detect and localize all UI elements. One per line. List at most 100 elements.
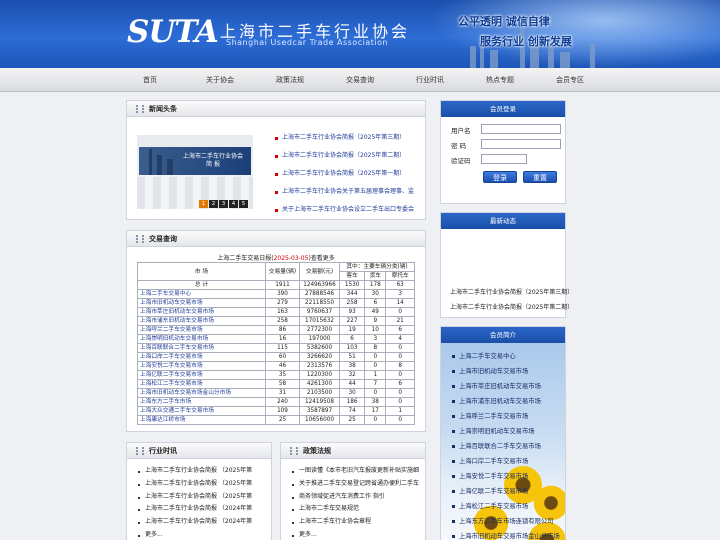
intro-item[interactable]: 上海市浦东旧机动车交易市场: [451, 394, 560, 409]
trade-caption[interactable]: 上海二手车交易日报(2025-03-05)查看更多: [127, 253, 425, 262]
industry-item[interactable]: 上海市二手车行业协会简报 （2025年第: [137, 491, 252, 504]
table-row[interactable]: 上海亿联二手车交易市场 35 1220300 32 1 0: [137, 370, 415, 380]
intro-item[interactable]: 上海市莘庄旧机动车交易市场: [451, 379, 560, 394]
news-item[interactable]: 上海市二手车行业协会简报（2025年第三期）: [273, 129, 415, 147]
pager-2[interactable]: 2: [209, 200, 218, 208]
cell-moto: 6: [385, 325, 415, 335]
table-row[interactable]: 上海口岸二手车交易市场 60 3266620 51 0 0: [137, 352, 415, 362]
nav-about[interactable]: 关于协会: [185, 75, 255, 85]
market-name[interactable]: 上海安悦二手车交易市场: [137, 361, 266, 371]
table-row[interactable]: 上海二手车交易中心 390 27888546 344 30 3: [137, 289, 415, 299]
policy-item[interactable]: 上海市二手车交易规范: [291, 503, 421, 516]
intro-item[interactable]: 上海市旧机动车交易市场: [451, 364, 560, 379]
table-row[interactable]: 上海呼兰二手车交易市场 86 2772300 19 10 6: [137, 325, 415, 335]
table-row[interactable]: 上海东方二手车市场 240 12419508 186 38 0: [137, 397, 415, 407]
table-row[interactable]: 上海市旧机动车交易市场 279 22118550 258 6 14: [137, 298, 415, 308]
cell-amount: 3587897: [299, 406, 340, 416]
dynamic-item[interactable]: 上海市二手车行业协会简报（2025年第二期）: [450, 302, 573, 311]
cell-amount: 10656000: [299, 415, 340, 425]
intro-item[interactable]: 上海二手车交易中心: [451, 349, 560, 364]
table-row[interactable]: 上海崇明旧机动车交易市场 16 197000 6 3 4: [137, 334, 415, 344]
table-row[interactable]: 上海安悦二手车交易市场 46 2313576 38 0 8: [137, 361, 415, 371]
dynamic-title: 最新动态: [441, 213, 565, 229]
intro-item[interactable]: 上海呼兰二手车交易市场: [451, 409, 560, 424]
dynamic-panel: 最新动态 上海市二手车行业协会简报（2025年第三期） 上海市二手车行业协会简报…: [440, 212, 573, 318]
intro-item[interactable]: 上海安悦二手车交易市场: [451, 469, 560, 484]
intro-item[interactable]: 上海市旧机动车交易市场金山分市场: [451, 529, 560, 540]
reset-button[interactable]: 重置: [523, 171, 557, 183]
login-button[interactable]: 登录: [483, 171, 517, 183]
cell-moto: 8: [385, 361, 415, 371]
policy-more-link[interactable]: 更多...: [291, 529, 421, 540]
market-name[interactable]: 上海二手车交易中心: [137, 289, 266, 299]
market-name[interactable]: 上海松江二手车交易市场: [137, 379, 266, 389]
login-panel: 会员登录 用户名 密 码 验证码 登录 重置: [440, 100, 566, 204]
industry-item[interactable]: 上海市二手车行业协会简报 （2025年第: [137, 465, 252, 478]
nav-industry-news[interactable]: 行业时讯: [395, 75, 465, 85]
captcha-input[interactable]: [481, 154, 527, 164]
th-truck: 货车: [364, 271, 387, 281]
site-logo[interactable]: SUTA: [127, 14, 219, 50]
cell-car: 103: [338, 343, 366, 353]
nav-trade-query[interactable]: 交易查询: [325, 75, 395, 85]
cell-truck: 3: [364, 334, 387, 344]
trade-panel: 交易查询 上海二手车交易日报(2025-03-05)查看更多 市 场 交易量(辆…: [126, 230, 426, 432]
th-amount: 交易额(元): [299, 262, 340, 281]
cell-count: 60: [265, 352, 300, 362]
policy-item[interactable]: 一图读懂《本市老旧汽车报废更新补贴实施细: [291, 465, 421, 478]
industry-more-link[interactable]: 更多...: [137, 529, 252, 540]
industry-item[interactable]: 上海市二手车行业协会简报 （2024年第: [137, 503, 252, 516]
pager-4[interactable]: 4: [229, 200, 238, 208]
news-item[interactable]: 上海市二手车行业协会简报（2025年第二期）: [273, 147, 415, 165]
market-name[interactable]: 上海崇明旧机动车交易市场: [137, 334, 266, 344]
policy-item[interactable]: 商务领域促进汽车消费工作 指引: [291, 491, 421, 504]
news-slide-image[interactable]: 上海市二手车行业协会 简 报: [137, 135, 253, 209]
table-row[interactable]: 上海康达江桥市场 25 10656000 25 0 0: [137, 415, 415, 425]
market-name[interactable]: 上海市莘庄旧机动车交易市场: [137, 307, 266, 317]
nav-members[interactable]: 会员专区: [535, 75, 605, 85]
market-name[interactable]: 上海百联联合二手车交易市场: [137, 343, 266, 353]
table-row[interactable]: 上海松江二手车交易市场 58 4261300 44 7 6: [137, 379, 415, 389]
intro-item[interactable]: 上海百联联合二手车交易市场: [451, 439, 560, 454]
cell-count: 240: [265, 397, 300, 407]
market-name[interactable]: 上海市旧机动车交易市场: [137, 298, 266, 308]
username-input[interactable]: [481, 124, 561, 134]
market-name[interactable]: 上海亿联二手车交易市场: [137, 370, 266, 380]
caption-more-link[interactable]: )查看更多: [308, 255, 334, 262]
news-item[interactable]: 上海市二手车行业协会关于第五届理事会理事、监: [273, 183, 415, 201]
table-row[interactable]: 上海市浦东旧机动车交易市场 258 17015632 227 9 21: [137, 316, 415, 326]
intro-item[interactable]: 上海松江二手车交易市场: [451, 499, 560, 514]
market-name[interactable]: 上海大众交通二手车交易市场: [137, 406, 266, 416]
dynamic-item[interactable]: 上海市二手车行业协会简报（2025年第三期）: [450, 287, 573, 296]
pager-3[interactable]: 3: [219, 200, 228, 208]
market-name[interactable]: 上海呼兰二手车交易市场: [137, 325, 266, 335]
market-name[interactable]: 上海口岸二手车交易市场: [137, 352, 266, 362]
table-row[interactable]: 上海大众交通二手车交易市场 109 3587897 74 17 1: [137, 406, 415, 416]
market-name[interactable]: 上海市浦东旧机动车交易市场: [137, 316, 266, 326]
cell-car: 51: [338, 352, 366, 362]
nav-home[interactable]: 首页: [115, 75, 185, 85]
news-item[interactable]: 上海市二手车行业协会简报（2025年第一期）: [273, 165, 415, 183]
table-row[interactable]: 上海市旧机动车交易市场金山分市场 31 2103500 30 0 0: [137, 388, 415, 398]
table-row[interactable]: 上海市莘庄旧机动车交易市场 163 9760637 93 49 0: [137, 307, 415, 317]
table-row[interactable]: 上海百联联合二手车交易市场 115 5382600 103 8 0: [137, 343, 415, 353]
market-name[interactable]: 上海康达江桥市场: [137, 415, 266, 425]
market-name[interactable]: 上海东方二手车市场: [137, 397, 266, 407]
intro-item[interactable]: 上海崇明旧机动车交易市场: [451, 424, 560, 439]
intro-item[interactable]: 上海亿联二手车交易市场: [451, 484, 560, 499]
market-name[interactable]: 上海市旧机动车交易市场金山分市场: [137, 388, 266, 398]
cell-truck: 8: [364, 343, 387, 353]
industry-item[interactable]: 上海市二手车行业协会简报 （2025年第: [137, 478, 252, 491]
intro-item[interactable]: 上海东方二手车市场连锁有限公司: [451, 514, 560, 529]
policy-item[interactable]: 关于推进二手车交易登记跨省通办便利二手车: [291, 478, 421, 491]
nav-policy[interactable]: 政策法规: [255, 75, 325, 85]
pager-5[interactable]: 5: [239, 200, 248, 208]
cell-moto: 3: [385, 289, 415, 299]
password-input[interactable]: [481, 139, 561, 149]
policy-item[interactable]: 上海市二手车行业协会章程: [291, 516, 421, 529]
industry-item[interactable]: 上海市二手车行业协会简报 （2024年第: [137, 516, 252, 529]
intro-item[interactable]: 上海口岸二手车交易市场: [451, 454, 560, 469]
news-item[interactable]: 关于上海市二手车行业协会设立二手车出口专委会: [273, 201, 415, 219]
pager-1[interactable]: 1: [199, 200, 208, 208]
nav-hot-topics[interactable]: 热点专题: [465, 75, 535, 85]
